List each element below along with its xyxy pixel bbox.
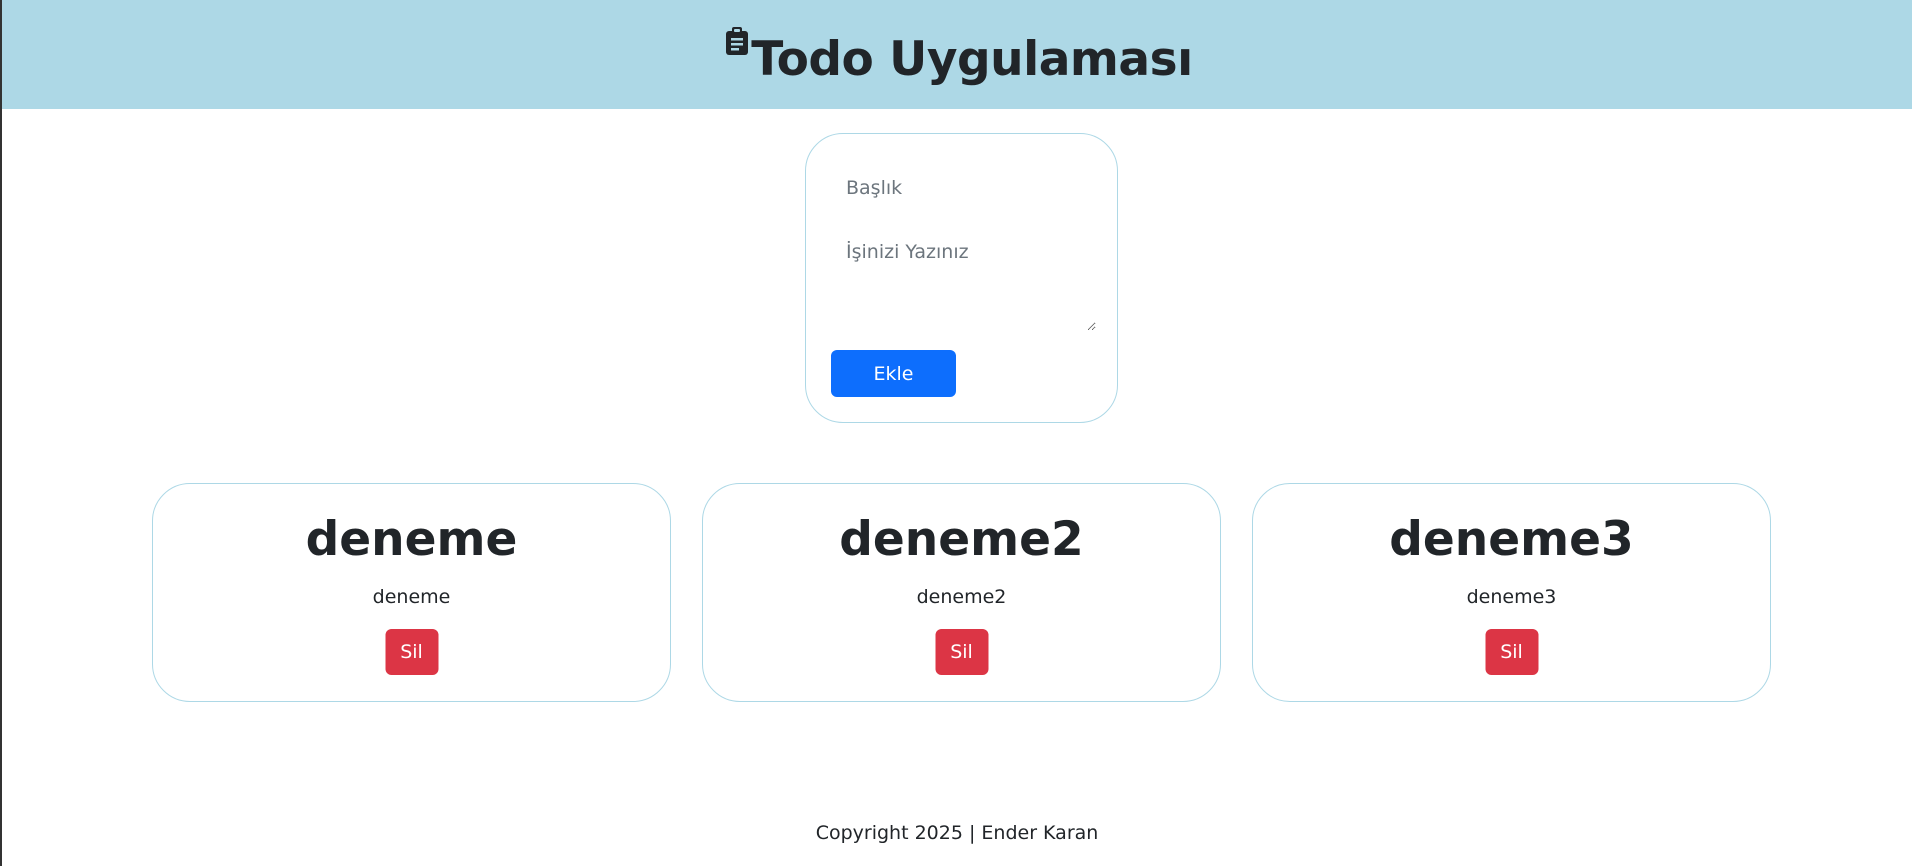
todo-description: deneme3	[1466, 586, 1557, 608]
title-input[interactable]	[831, 168, 1096, 208]
add-button[interactable]: Ekle	[831, 350, 956, 397]
todo-title: deneme	[305, 512, 518, 567]
delete-button[interactable]: Sil	[1485, 629, 1538, 675]
footer-copyright: Copyright 2025 | Ender Karan	[815, 822, 1099, 844]
delete-button[interactable]: Sil	[935, 629, 988, 675]
todo-card: deneme3 deneme3 Sil	[1252, 483, 1771, 702]
app-title: Todo Uygulaması	[751, 32, 1193, 87]
todo-title: deneme2	[839, 512, 1084, 567]
todo-title: deneme3	[1389, 512, 1634, 567]
header-title-group: Todo Uygulaması	[725, 26, 1193, 87]
todo-description: deneme	[372, 586, 451, 608]
app-header: Todo Uygulaması	[2, 0, 1912, 109]
todo-card: deneme deneme Sil	[152, 483, 671, 702]
clipboard-icon	[725, 26, 749, 56]
delete-button[interactable]: Sil	[385, 629, 438, 675]
description-textarea[interactable]	[831, 231, 1096, 331]
todo-form-card: Ekle	[805, 133, 1118, 423]
todo-card: deneme2 deneme2 Sil	[702, 483, 1221, 702]
todo-list: deneme deneme Sil deneme2 deneme2 Sil de…	[152, 483, 1772, 702]
todo-description: deneme2	[916, 586, 1007, 608]
